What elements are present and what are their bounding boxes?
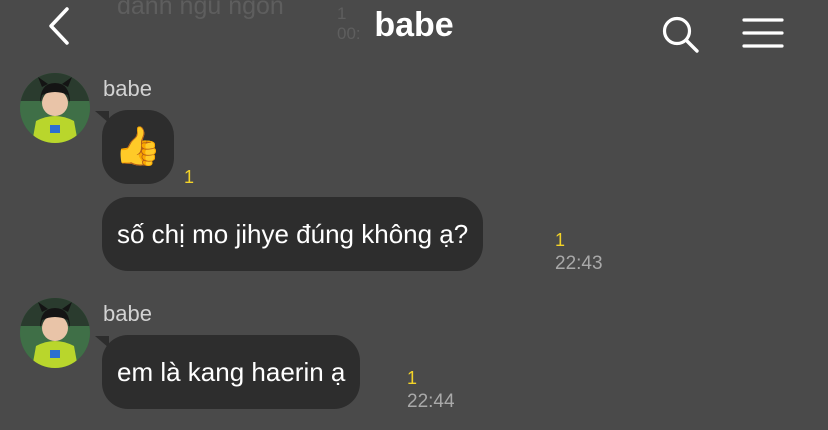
search-button[interactable] <box>660 14 702 56</box>
unread-count: 1 <box>184 167 195 187</box>
message-time: 22:43 <box>555 253 603 274</box>
unread-count: 1 <box>407 368 418 388</box>
message-bubble[interactable]: 👍 <box>102 110 174 184</box>
chat-header: babe <box>0 0 828 56</box>
message-time: 22:44 <box>407 391 455 412</box>
thumbs-up-emoji: 👍 <box>114 126 162 168</box>
avatar[interactable] <box>20 73 90 143</box>
chat-title: babe <box>374 6 454 44</box>
menu-button[interactable] <box>740 14 786 54</box>
sender-name: babe <box>103 301 152 326</box>
message-text: em là kang haerin ạ <box>117 357 346 387</box>
sender-name: babe <box>103 76 152 101</box>
profile-photo <box>20 73 90 143</box>
hamburger-menu-icon <box>742 18 784 48</box>
message-bubble[interactable]: em là kang haerin ạ <box>102 335 361 409</box>
profile-photo <box>20 298 90 368</box>
avatar[interactable] <box>20 298 90 368</box>
search-icon <box>662 16 699 53</box>
message-text: số chị mo jihye đúng không ạ? <box>117 219 469 249</box>
unread-count: 1 <box>555 230 566 250</box>
message-bubble[interactable]: số chị mo jihye đúng không ạ? <box>102 197 484 271</box>
